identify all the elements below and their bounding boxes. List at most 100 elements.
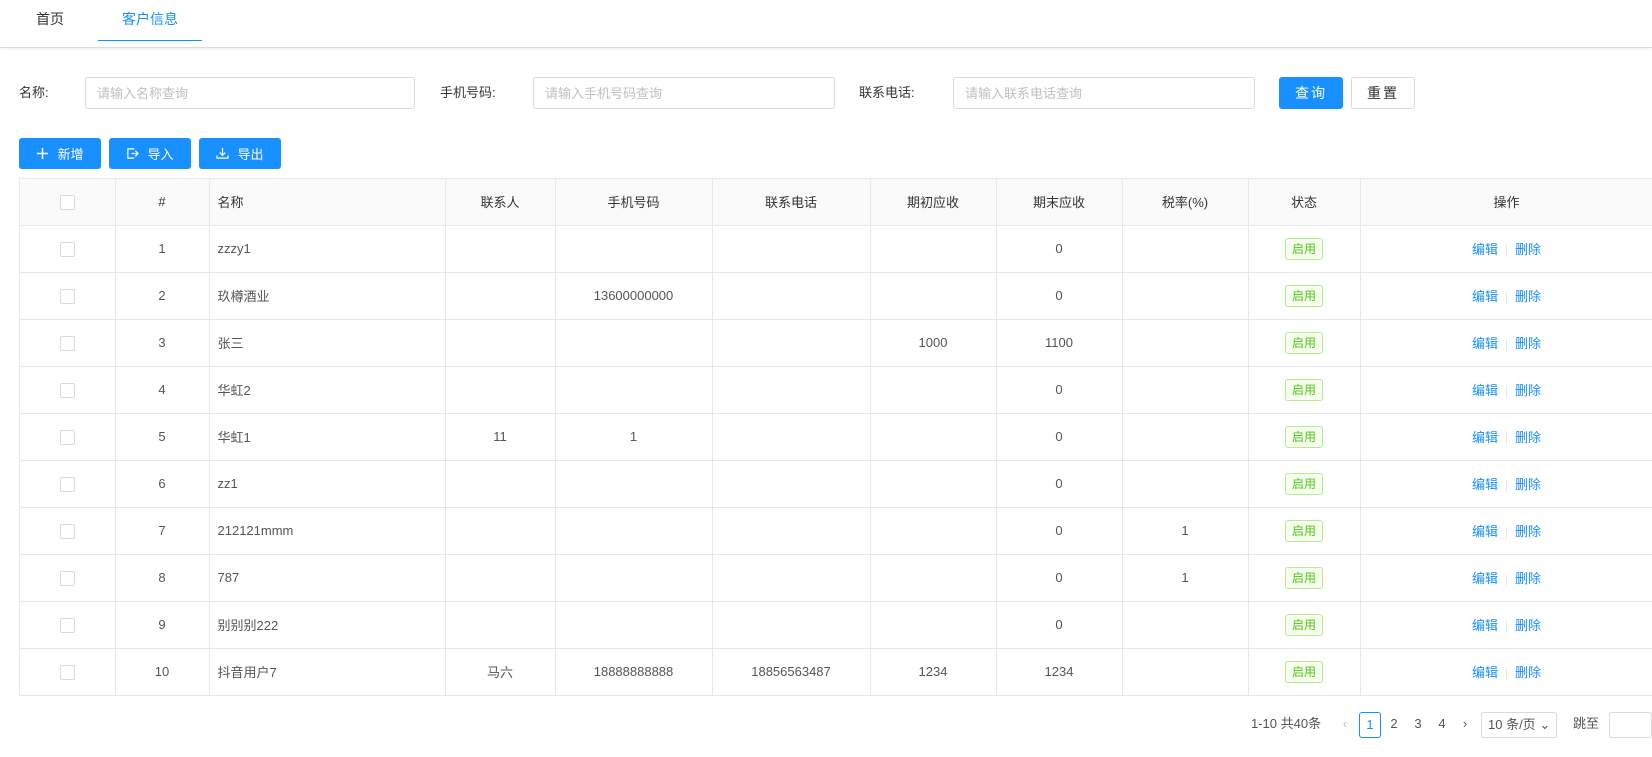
row-contact	[445, 272, 556, 320]
row-tax-rate	[1122, 272, 1249, 320]
row-phone	[712, 554, 871, 602]
row-checkbox[interactable]	[59, 288, 75, 304]
page-3[interactable]: 3	[1407, 712, 1429, 738]
edit-link[interactable]: 编辑	[1472, 289, 1498, 304]
query-button[interactable]: 查询	[1279, 77, 1343, 109]
row-begin-receivable: 1000	[870, 319, 997, 367]
toolbar: 新增 导入 导出	[0, 138, 1652, 170]
row-end-receivable: 0	[996, 507, 1123, 555]
page-size-select[interactable]: 10 条/页 ⌄	[1481, 712, 1558, 738]
jump-input[interactable]	[1609, 712, 1652, 738]
edit-link[interactable]: 编辑	[1472, 430, 1498, 445]
row-end-receivable: 0	[996, 225, 1123, 273]
row-mobile	[555, 554, 713, 602]
delete-link[interactable]: 删除	[1515, 618, 1541, 633]
row-begin-receivable	[870, 554, 997, 602]
delete-link[interactable]: 删除	[1515, 336, 1541, 351]
prev-page-icon[interactable]: ‹	[1337, 712, 1353, 738]
reset-button[interactable]: 重置	[1351, 77, 1415, 109]
export-button[interactable]: 导出	[199, 138, 281, 169]
col-name: 名称	[209, 179, 446, 226]
row-begin-receivable: 1234	[870, 648, 997, 696]
row-phone	[712, 272, 871, 320]
status-badge: 启用	[1284, 613, 1323, 636]
row-end-receivable: 1100	[996, 319, 1123, 367]
row-index: 2	[115, 272, 210, 320]
status-badge: 启用	[1284, 519, 1323, 542]
edit-link[interactable]: 编辑	[1472, 665, 1498, 680]
chevron-down-icon: ⌄	[1539, 717, 1551, 732]
row-phone	[712, 601, 871, 649]
row-select-cell	[20, 601, 116, 649]
mobile-input[interactable]	[533, 77, 835, 109]
action-divider	[1506, 479, 1507, 492]
row-checkbox[interactable]	[59, 335, 75, 351]
row-phone	[712, 319, 871, 367]
row-checkbox[interactable]	[59, 664, 75, 680]
status-badge: 启用	[1284, 284, 1323, 307]
row-checkbox[interactable]	[59, 429, 75, 445]
edit-link[interactable]: 编辑	[1472, 618, 1498, 633]
row-contact	[445, 601, 556, 649]
row-status-cell: 启用	[1248, 460, 1361, 508]
page-4[interactable]: 4	[1431, 712, 1453, 738]
row-contact	[445, 366, 556, 414]
delete-link[interactable]: 删除	[1515, 524, 1541, 539]
tab-home[interactable]: 首页	[20, 0, 80, 41]
edit-link[interactable]: 编辑	[1472, 477, 1498, 492]
export-button-label: 导出	[237, 147, 264, 162]
select-all-checkbox[interactable]	[59, 194, 75, 210]
tab-customer-info[interactable]: 客户信息	[98, 0, 202, 41]
status-badge: 启用	[1284, 237, 1323, 260]
row-index: 9	[115, 601, 210, 649]
edit-link[interactable]: 编辑	[1472, 524, 1498, 539]
row-begin-receivable	[870, 225, 997, 273]
edit-link[interactable]: 编辑	[1472, 336, 1498, 351]
edit-link[interactable]: 编辑	[1472, 571, 1498, 586]
row-checkbox[interactable]	[59, 617, 75, 633]
row-actions-cell: 编辑 删除	[1360, 272, 1652, 320]
delete-link[interactable]: 删除	[1515, 242, 1541, 257]
col-begin-receivable: 期初应收	[870, 179, 997, 226]
row-select-cell	[20, 366, 116, 414]
row-checkbox[interactable]	[59, 523, 75, 539]
edit-link[interactable]: 编辑	[1472, 242, 1498, 257]
page-2[interactable]: 2	[1383, 712, 1405, 738]
status-badge: 启用	[1284, 378, 1323, 401]
row-name: zzzy1	[209, 225, 446, 273]
row-status-cell: 启用	[1248, 601, 1361, 649]
plus-icon	[37, 147, 49, 160]
next-page-icon[interactable]: ›	[1457, 712, 1473, 738]
row-checkbox[interactable]	[59, 382, 75, 398]
name-input[interactable]	[85, 77, 415, 109]
delete-link[interactable]: 删除	[1515, 289, 1541, 304]
row-phone	[712, 507, 871, 555]
edit-link[interactable]: 编辑	[1472, 383, 1498, 398]
delete-link[interactable]: 删除	[1515, 665, 1541, 680]
action-divider	[1506, 620, 1507, 633]
row-contact	[445, 319, 556, 367]
row-contact	[445, 225, 556, 273]
row-select-cell	[20, 225, 116, 273]
delete-link[interactable]: 删除	[1515, 430, 1541, 445]
phone-input[interactable]	[953, 77, 1255, 109]
col-end-receivable: 期末应收	[996, 179, 1123, 226]
delete-link[interactable]: 删除	[1515, 477, 1541, 492]
add-button[interactable]: 新增	[19, 138, 101, 169]
row-phone	[712, 413, 871, 461]
row-tax-rate: 1	[1122, 554, 1249, 602]
row-checkbox[interactable]	[59, 476, 75, 492]
import-button[interactable]: 导入	[109, 138, 191, 169]
row-tax-rate	[1122, 225, 1249, 273]
page-1[interactable]: 1	[1359, 712, 1381, 738]
row-status-cell: 启用	[1248, 507, 1361, 555]
row-checkbox[interactable]	[59, 570, 75, 586]
row-begin-receivable	[870, 507, 997, 555]
row-tax-rate	[1122, 366, 1249, 414]
table-row: 10 抖音用户7 马六 18888888888 18856563487 1234 1234 启…	[20, 648, 1652, 696]
delete-link[interactable]: 删除	[1515, 383, 1541, 398]
row-checkbox[interactable]	[59, 241, 75, 257]
action-divider	[1506, 385, 1507, 398]
delete-link[interactable]: 删除	[1515, 571, 1541, 586]
action-divider	[1506, 338, 1507, 351]
